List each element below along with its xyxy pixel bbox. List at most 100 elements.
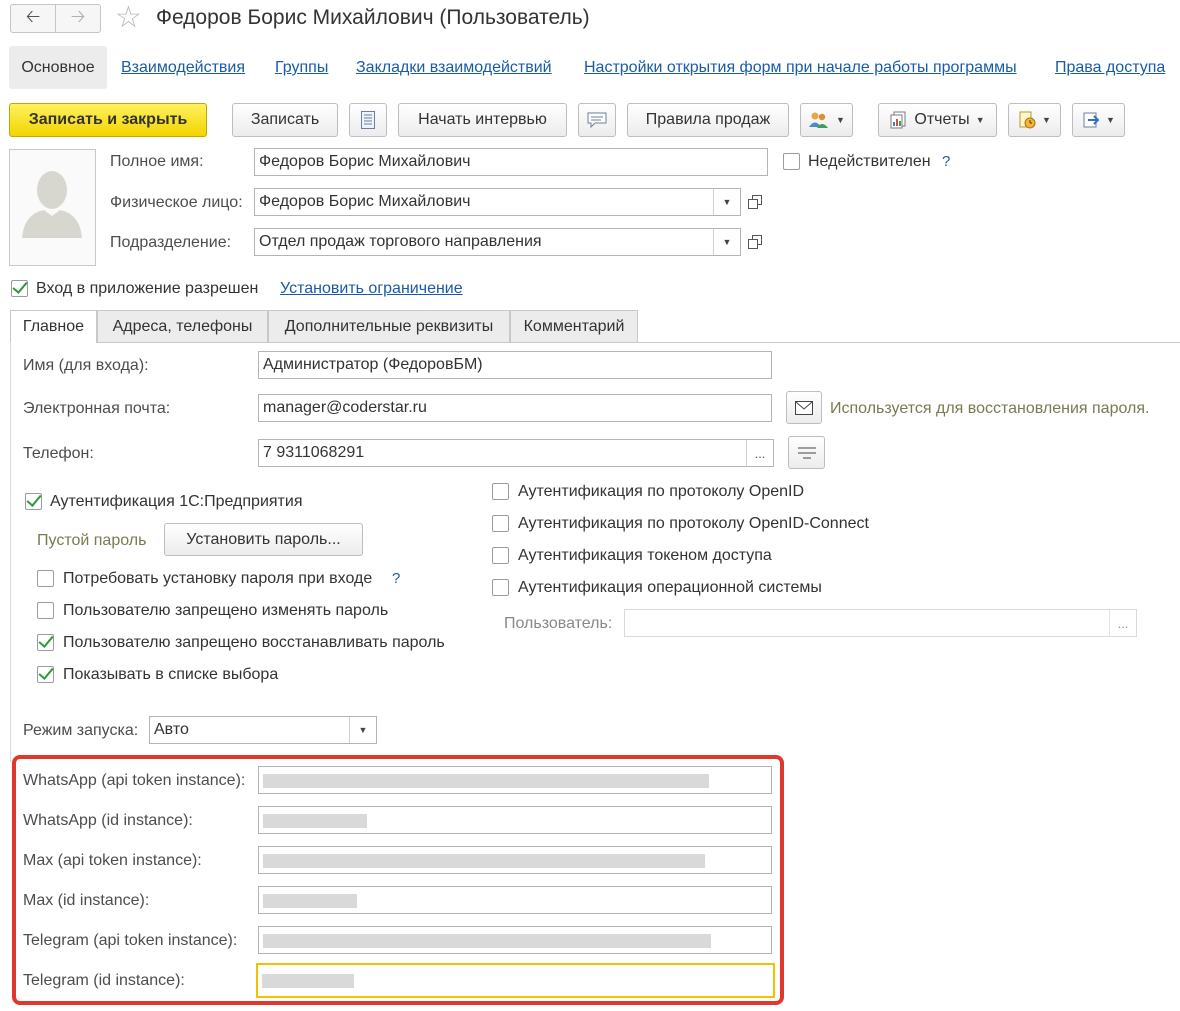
select-phone-button[interactable]: ... — [746, 440, 773, 466]
invalid-label: Недействителен — [808, 153, 931, 170]
section-interactions[interactable]: Взаимодействия — [121, 59, 245, 77]
message-button[interactable] — [578, 103, 616, 137]
users-menu-button[interactable]: ▼ — [800, 103, 853, 137]
show-in-list-checkbox[interactable] — [37, 666, 54, 683]
chevron-down-icon[interactable]: ▼ — [349, 717, 376, 743]
phone-value: 7 9311068291 — [263, 444, 365, 461]
auth-1c-checkbox[interactable] — [25, 493, 42, 510]
reports-button[interactable]: Отчеты ▼ — [878, 103, 997, 137]
redacted-value — [263, 774, 709, 788]
whatsapp-id-input[interactable] — [258, 806, 772, 834]
login-allowed-label: Вход в приложение разрешен — [36, 280, 259, 297]
forbid-change-password-label: Пользователю запрещено изменять пароль — [63, 602, 389, 619]
require-password-change-checkbox[interactable] — [37, 570, 54, 587]
os-user-input: ... — [624, 609, 1137, 637]
help-icon[interactable]: ? — [942, 153, 950, 170]
section-groups[interactable]: Группы — [275, 59, 328, 77]
telegram-token-input[interactable] — [258, 926, 772, 954]
phone-format-button[interactable] — [788, 436, 825, 469]
redacted-value — [263, 814, 367, 828]
sales-rules-button[interactable]: Правила продаж — [627, 103, 789, 137]
document-list-button[interactable] — [349, 103, 387, 137]
section-interaction-bookmarks[interactable]: Закладки взаимодействий — [356, 59, 552, 77]
full-name-label: Полное имя: — [110, 153, 204, 170]
message-icon — [587, 112, 607, 128]
redacted-value — [262, 974, 354, 988]
open-person-button[interactable] — [742, 188, 768, 216]
invalid-checkbox[interactable] — [783, 153, 800, 170]
email-input[interactable]: manager@coderstar.ru — [258, 394, 772, 422]
chevron-down-icon[interactable]: ▼ — [713, 189, 740, 215]
empty-password-label: Пустой пароль — [37, 532, 147, 549]
auth-openid-connect-checkbox[interactable] — [492, 515, 509, 532]
open-form-icon — [748, 235, 762, 249]
person-input[interactable]: Федоров Борис Михайлович ▼ — [254, 188, 741, 216]
max-id-input[interactable] — [258, 886, 772, 914]
star-icon[interactable]: ☆ — [115, 3, 142, 33]
save-button[interactable]: Записать — [232, 103, 338, 137]
person-label: Физическое лицо: — [110, 194, 243, 211]
auth-openid-checkbox[interactable] — [492, 483, 509, 500]
chevron-down-icon[interactable]: ▼ — [713, 229, 740, 255]
start-interview-button[interactable]: Начать интервью — [398, 103, 567, 137]
redacted-value — [263, 854, 705, 868]
auth-openid-label: Аутентификация по протоколу OpenID — [518, 483, 805, 500]
tab-divider — [97, 342, 1180, 343]
section-main[interactable]: Основное — [9, 46, 107, 89]
set-password-button[interactable]: Установить пароль... — [164, 523, 363, 556]
auth-os-checkbox[interactable] — [492, 579, 509, 596]
tab-panel-border — [10, 342, 11, 762]
telegram-id-input[interactable] — [256, 963, 775, 998]
avatar-placeholder-icon — [22, 171, 82, 238]
email-hint: Используется для восстановления пароля. — [830, 400, 1150, 417]
max-token-label: Max (api token instance): — [23, 852, 202, 869]
forbid-change-password-checkbox[interactable] — [37, 602, 54, 619]
tab-additional[interactable]: Дополнительные реквизиты — [268, 310, 510, 342]
auth-os-label: Аутентификация операционной системы — [518, 579, 822, 596]
phone-input[interactable]: 7 9311068291 ... — [258, 439, 774, 467]
os-user-label: Пользователь: — [504, 615, 613, 632]
auth-1c-label: Аутентификация 1С:Предприятия — [50, 493, 303, 510]
show-in-list-label: Показывать в списке выбора — [63, 666, 279, 683]
actions-menu-button[interactable]: ▼ — [1072, 103, 1125, 137]
whatsapp-token-label: WhatsApp (api token instance): — [23, 772, 246, 789]
launch-mode-label: Режим запуска: — [23, 722, 139, 739]
print-menu-button[interactable]: ▼ — [1008, 103, 1061, 137]
window-title: Федоров Борис Михайлович (Пользователь) — [156, 6, 590, 29]
document-clock-icon — [1019, 111, 1036, 129]
open-division-button[interactable] — [742, 228, 768, 256]
login-name-label: Имя (для входа): — [23, 357, 149, 374]
section-form-settings[interactable]: Настройки открытия форм при начале работ… — [584, 59, 1017, 77]
auth-token-checkbox[interactable] — [492, 547, 509, 564]
reports-icon — [890, 111, 906, 129]
redacted-value — [263, 894, 357, 908]
division-input[interactable]: Отдел продаж торгового направления ▼ — [254, 228, 741, 256]
launch-mode-select[interactable]: Авто ▼ — [149, 716, 377, 744]
set-restriction-link[interactable]: Установить ограничение — [280, 280, 463, 298]
whatsapp-token-input[interactable] — [258, 766, 772, 794]
send-email-button[interactable] — [786, 391, 822, 424]
tab-main[interactable]: Главное — [10, 310, 97, 343]
person-value: Федоров Борис Михайлович — [259, 193, 471, 210]
reports-label: Отчеты — [914, 111, 970, 128]
email-label: Электронная почта: — [23, 400, 171, 417]
login-allowed-checkbox[interactable] — [11, 280, 28, 297]
arrow-left-icon[interactable]: 🡠 — [11, 5, 55, 32]
arrow-right-icon[interactable]: 🡢 — [55, 5, 100, 32]
forbid-restore-password-label: Пользователю запрещено восстанавливать п… — [63, 634, 445, 651]
telegram-id-label: Telegram (id instance): — [23, 972, 185, 989]
tab-comment[interactable]: Комментарий — [510, 310, 638, 342]
lines-icon — [797, 447, 816, 458]
user-photo[interactable] — [9, 149, 96, 266]
forbid-restore-password-checkbox[interactable] — [37, 634, 54, 651]
section-access-rights[interactable]: Права доступа — [1055, 59, 1165, 77]
launch-mode-value: Авто — [154, 721, 189, 738]
select-os-user-button: ... — [1109, 610, 1136, 636]
help-icon[interactable]: ? — [392, 570, 400, 587]
login-name-input[interactable]: Администратор (ФедоровБМ) — [258, 351, 772, 379]
full-name-input[interactable]: Федоров Борис Михайлович — [254, 148, 768, 176]
save-and-close-button[interactable]: Записать и закрыть — [9, 103, 207, 137]
auth-openid-connect-label: Аутентификация по протоколу OpenID-Conne… — [518, 515, 869, 532]
tab-addresses[interactable]: Адреса, телефоны — [97, 310, 268, 342]
max-token-input[interactable] — [258, 846, 772, 874]
